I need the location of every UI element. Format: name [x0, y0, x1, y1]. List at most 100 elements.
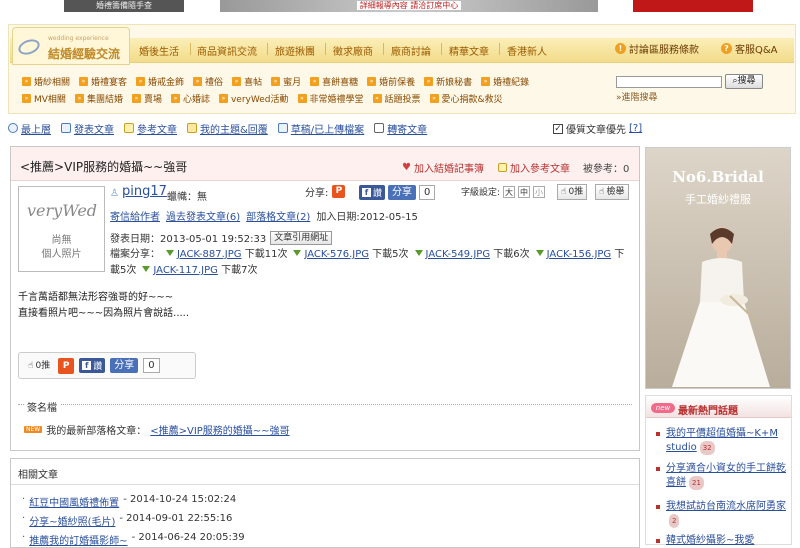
font-size-small[interactable]: 小 — [533, 185, 546, 198]
signature-divider — [18, 404, 632, 405]
subnav-item[interactable]: » 愛心捐款&救災 — [429, 92, 503, 105]
download-icon — [535, 250, 544, 256]
subnav-item[interactable]: » veryWed活動 — [218, 92, 289, 105]
past-posts-link[interactable]: 過去發表文章(6) — [166, 208, 240, 223]
toolbar-mine[interactable]: 我的主題&回覆 — [187, 121, 268, 136]
support-link[interactable]: ? 客服Q&A — [721, 41, 778, 56]
avatar[interactable]: veryWed 尚無 個人照片 — [18, 186, 105, 272]
report-button[interactable]: ☝ 檢舉 — [595, 184, 629, 200]
attachment-link[interactable]: JACK-549.JPG — [426, 249, 491, 260]
nav-item-3[interactable]: 徵求廠商 — [333, 43, 373, 58]
like-button[interactable]: ☝ 0推 — [557, 184, 588, 200]
subnav-item[interactable]: » 非常婚禮學堂 — [297, 92, 364, 105]
report-icon: ☝ — [599, 187, 605, 197]
subnav-item[interactable]: » 蜜月 — [271, 75, 301, 88]
join-date: 加入日期:2012-05-15 — [316, 212, 418, 223]
new-badge-icon: NEW — [24, 426, 43, 433]
policy-link[interactable]: ! 討論區服務條款 — [615, 41, 699, 56]
subnav-item[interactable]: » 婚禮宴客 — [79, 75, 127, 88]
send-message-link[interactable]: 寄信給作者 — [110, 208, 160, 223]
attachment-link[interactable]: JACK-576.JPG — [304, 249, 369, 260]
share-count: 0 — [143, 358, 160, 373]
subnav-item[interactable]: » 禮俗 — [193, 75, 223, 88]
info-icon: ! — [615, 43, 626, 54]
bullet-icon: » — [193, 77, 203, 86]
add-wishlist-link[interactable]: ♥ 加入結婚記事簿 — [402, 160, 484, 175]
subnav-item[interactable]: » 婚紗相關 — [22, 75, 70, 88]
toolbar-top[interactable]: 最上層 — [8, 121, 51, 136]
fb-like-button[interactable]: f讚 — [359, 185, 386, 200]
subnav-item[interactable]: » 心婚誌 — [170, 92, 210, 105]
help-link[interactable]: [?] — [629, 123, 642, 134]
add-reference-link[interactable]: 加入參考文章 — [498, 160, 570, 175]
bullet-icon: » — [481, 77, 491, 86]
subnav-row-2: » MV相關 » 集團結婚 » 賣場 » 心婚誌 » veryWed活動 » 非常婚禮學堂 … — [22, 92, 503, 105]
subnav-item[interactable]: » 婚戒金飾 — [136, 75, 184, 88]
fb-like-button[interactable]: f讚 — [79, 358, 106, 373]
subnav-row-1: » 婚紗相關 » 婚禮宴客 » 婚戒金飾 » 禮俗 » 喜帖 » 蜜月 » 喜餅喜糖 » 婚前保… — [22, 75, 529, 88]
forum-logo[interactable]: wedding experience 結婚經驗交流 — [12, 27, 130, 65]
top-banner-right[interactable] — [633, 0, 753, 12]
nav-item-0[interactable]: 婚後生活 — [139, 43, 179, 58]
related-title: 相關文章 — [18, 470, 58, 481]
font-size-medium[interactable]: 中 — [518, 185, 531, 198]
avatar-text-1: 尚無 — [51, 235, 72, 246]
font-size-setting: 字級設定: 大 中 小 — [461, 185, 546, 198]
subnav-item[interactable]: » 賣場 — [131, 92, 162, 105]
font-size-large[interactable]: 大 — [503, 185, 516, 198]
subnav-item[interactable]: » 新娘秘書 — [424, 75, 472, 88]
toolbar-drafts[interactable]: 草稿/已上傳檔案 — [277, 121, 364, 136]
top-banner-middle[interactable]: 詳細報導內容 請洽訂席中心 — [220, 0, 598, 12]
attachment-link[interactable]: JACK-156.JPG — [547, 249, 612, 260]
subnav-item[interactable]: » 喜餅喜糖 — [310, 75, 358, 88]
hot-topic-link[interactable]: 我的平價超值婚攝~K+M studio 32 — [666, 427, 786, 455]
subnav-item[interactable]: » 話題投票 — [372, 92, 421, 105]
nav-item-2[interactable]: 旅遊揪團 — [275, 43, 315, 58]
latest-blog-link[interactable]: <推薦>VIP服務的婚攝~~強哥 — [150, 422, 289, 437]
toolbar-forward[interactable]: 轉寄文章 — [374, 121, 427, 136]
plurk-share-button[interactable]: P — [58, 357, 75, 374]
hot-topic-link[interactable]: 分享適合小資女的手工餅乾喜餅 21 — [666, 462, 786, 490]
quality-checkbox[interactable]: ✓ — [553, 123, 563, 134]
nav-item-1[interactable]: 商品資訊交流 — [197, 43, 257, 58]
search-input[interactable] — [616, 76, 722, 88]
plurk-share-button[interactable]: P — [332, 185, 346, 198]
bride-image — [672, 227, 770, 387]
download-icon — [414, 250, 423, 256]
nav-item-5[interactable]: 精華文章 — [449, 43, 489, 58]
attachment-link[interactable]: JACK-887.JPG — [177, 249, 242, 260]
nav-item-4[interactable]: 廠商討論 — [391, 43, 431, 58]
nav-item-6[interactable]: 香港新人 — [507, 43, 547, 58]
bottom-like-button[interactable]: ☝ 0推 — [25, 358, 53, 374]
hot-topic-link[interactable]: 韓式婚紗攝影~我愛 — [666, 534, 786, 548]
subnav-item[interactable]: » MV相關 — [22, 92, 66, 105]
hot-topic-link[interactable]: 我想試訪台南流水席阿勇家2 — [666, 500, 786, 528]
bullet-icon: » — [232, 77, 242, 86]
facebook-share-bar: f讚 分享 0 — [359, 185, 436, 200]
related-link[interactable]: 分享~婚紗照(毛片) — [29, 513, 115, 528]
subnav-item[interactable]: » 集團結婚 — [74, 92, 123, 105]
latest-blog: NEW 我的最新部落格文章： <推薦>VIP服務的婚攝~~強哥 — [24, 422, 290, 437]
copy-link-button[interactable]: 文章引用網址 — [270, 230, 333, 245]
top-banner-left[interactable]: 婚禮籌備隨手查 — [64, 0, 184, 12]
related-link[interactable]: 紅豆中國風婚禮佈置 — [29, 494, 119, 509]
bullet-icon: » — [170, 94, 180, 103]
toolbar-ref[interactable]: 參考文章 — [124, 121, 177, 136]
attachment-link[interactable]: JACK-117.JPG — [153, 265, 218, 276]
fb-share-button[interactable]: 分享 — [110, 358, 139, 373]
toolbar-post[interactable]: 發表文章 — [61, 121, 114, 136]
facebook-icon: f — [362, 188, 371, 197]
signature-label: 簽名檔 — [24, 399, 60, 414]
bullet-icon: » — [131, 94, 141, 103]
hot-topics-title: 最新熱門話題 — [678, 406, 738, 417]
fb-share-button[interactable]: 分享 — [388, 185, 417, 200]
subnav-item[interactable]: » 婚前保養 — [367, 75, 415, 88]
blog-posts-link[interactable]: 部落格文章(2) — [246, 208, 310, 223]
search-button[interactable]: ⌕搜尋 — [725, 74, 763, 89]
reply-count: 32 — [699, 441, 715, 455]
username-link[interactable]: ping17 — [122, 184, 167, 199]
facebook-icon: f — [82, 361, 92, 370]
advanced-search-link[interactable]: »進階搜尋 — [616, 90, 658, 103]
subnav-item[interactable]: » 婚禮紀錄 — [481, 75, 529, 88]
subnav-item[interactable]: » 喜帖 — [232, 75, 262, 88]
